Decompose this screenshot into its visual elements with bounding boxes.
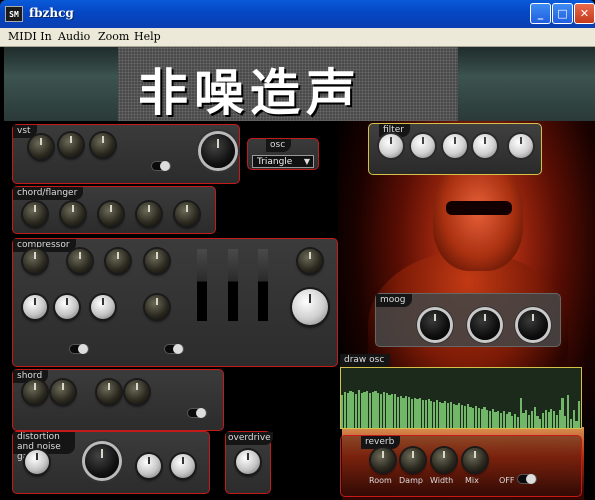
distortion-label: distortion and noise gate <box>13 432 75 462</box>
close-button[interactable]: ✕ <box>574 3 595 24</box>
chord-flanger-panel: chord/flanger <box>12 186 216 234</box>
compressor-knob-6[interactable] <box>23 295 47 319</box>
compressor-toggle-2[interactable] <box>164 344 184 354</box>
reverb-damp-label: Damp <box>399 476 423 485</box>
chord-flanger-knob-2[interactable] <box>61 202 85 226</box>
vst-panel: vst <box>12 124 240 184</box>
vst-knob-3[interactable] <box>91 133 115 157</box>
minimize-button[interactable]: _ <box>530 3 551 24</box>
compressor-knob-5[interactable] <box>298 249 322 273</box>
compressor-knob-4[interactable] <box>145 249 169 273</box>
photo-head <box>433 161 523 271</box>
distortion-knob-1[interactable] <box>25 450 49 474</box>
overdrive-label: overdrive <box>226 432 273 445</box>
compressor-label: compressor <box>13 239 76 252</box>
shord-knob-2[interactable] <box>51 380 75 404</box>
compressor-panel: compressor <box>12 238 338 367</box>
vst-knob-1[interactable] <box>29 135 53 159</box>
moog-knob-3[interactable] <box>518 310 548 340</box>
compressor-knob-9[interactable] <box>145 295 169 319</box>
menu-zoom[interactable]: Zoom <box>98 30 129 43</box>
reverb-toggle[interactable] <box>517 474 537 484</box>
compressor-meter-3[interactable] <box>258 249 268 321</box>
chord-flanger-label: chord/flanger <box>13 187 84 200</box>
vst-toggle[interactable] <box>151 161 171 171</box>
distortion-knob-3[interactable] <box>137 454 161 478</box>
menu-midi-in[interactable]: MIDI In <box>8 30 52 43</box>
chord-flanger-knob-4[interactable] <box>137 202 161 226</box>
osc-waveform-value: Triangle <box>257 157 293 167</box>
reverb-room-label: Room <box>369 476 392 485</box>
reverb-width-label: Width <box>430 476 454 485</box>
reverb-panel: reverb Room Damp Width Mix OFF <box>340 435 582 497</box>
compressor-knob-1[interactable] <box>23 249 47 273</box>
compressor-knob-7[interactable] <box>55 295 79 319</box>
moog-knob-2[interactable] <box>470 310 500 340</box>
logo-box: 非噪造声 <box>118 47 458 122</box>
overdrive-panel: overdrive <box>225 431 273 494</box>
moog-panel: moog <box>375 293 561 347</box>
compressor-knob-3[interactable] <box>106 249 130 273</box>
reverb-off-label: OFF <box>499 476 515 485</box>
application-window: SM fbzhcg _ □ ✕ MIDI In Audio Zoom Help … <box>0 0 595 500</box>
compressor-gain-knob[interactable] <box>292 289 328 325</box>
synth-canvas: 非噪造声 vst osc Triangle ▼ filter chord/fla… <box>4 47 595 500</box>
compressor-knob-8[interactable] <box>91 295 115 319</box>
compressor-toggle-1[interactable] <box>69 344 89 354</box>
logo-text: 非噪造声 <box>138 64 362 122</box>
filter-knob-3[interactable] <box>443 134 467 158</box>
photo-glasses <box>446 201 512 215</box>
moog-label: moog <box>376 294 412 307</box>
filter-panel: filter <box>368 123 542 175</box>
distortion-panel: distortion and noise gate <box>12 431 210 494</box>
menu-bar: MIDI In Audio Zoom Help <box>0 28 595 47</box>
filter-knob-2[interactable] <box>411 134 435 158</box>
overdrive-knob[interactable] <box>236 450 260 474</box>
draw-osc-label: draw osc <box>340 354 391 367</box>
distortion-drive-knob[interactable] <box>85 444 119 478</box>
shord-toggle[interactable] <box>187 408 207 418</box>
reverb-mix-knob[interactable] <box>463 448 487 472</box>
chord-flanger-knob-5[interactable] <box>175 202 199 226</box>
reverb-damp-knob[interactable] <box>401 448 425 472</box>
vst-knob-2[interactable] <box>59 133 83 157</box>
draw-osc-bar <box>578 401 581 428</box>
reverb-room-knob[interactable] <box>371 448 395 472</box>
chord-flanger-knob-3[interactable] <box>99 202 123 226</box>
shord-knob-1[interactable] <box>23 380 47 404</box>
reverb-label: reverb <box>361 436 401 449</box>
vst-label: vst <box>13 125 37 138</box>
chord-flanger-knob-1[interactable] <box>23 202 47 226</box>
compressor-knob-2[interactable] <box>68 249 92 273</box>
reverb-mix-label: Mix <box>465 476 479 485</box>
menu-audio[interactable]: Audio <box>58 30 90 43</box>
osc-panel: osc Triangle ▼ <box>247 138 319 170</box>
shord-knob-4[interactable] <box>125 380 149 404</box>
reverb-width-knob[interactable] <box>432 448 456 472</box>
maximize-button[interactable]: □ <box>552 3 573 24</box>
compressor-meter-1[interactable] <box>197 249 207 321</box>
menu-help[interactable]: Help <box>134 30 161 43</box>
chevron-down-icon: ▼ <box>303 157 310 166</box>
shord-knob-3[interactable] <box>97 380 121 404</box>
title-bar[interactable]: SM fbzhcg _ □ ✕ <box>0 0 595 28</box>
filter-knob-5[interactable] <box>509 134 533 158</box>
app-icon[interactable]: SM <box>5 6 23 22</box>
draw-osc-graph[interactable] <box>340 367 582 429</box>
filter-knob-4[interactable] <box>473 134 497 158</box>
filter-knob-1[interactable] <box>379 134 403 158</box>
osc-label: osc <box>266 139 292 152</box>
window-title: fbzhcg <box>29 6 74 20</box>
shord-panel: shord <box>12 369 224 431</box>
osc-waveform-select[interactable]: Triangle ▼ <box>252 155 314 168</box>
distortion-knob-4[interactable] <box>171 454 195 478</box>
compressor-meter-2[interactable] <box>228 249 238 321</box>
vst-volume-knob[interactable] <box>201 134 235 168</box>
moog-knob-1[interactable] <box>420 310 450 340</box>
